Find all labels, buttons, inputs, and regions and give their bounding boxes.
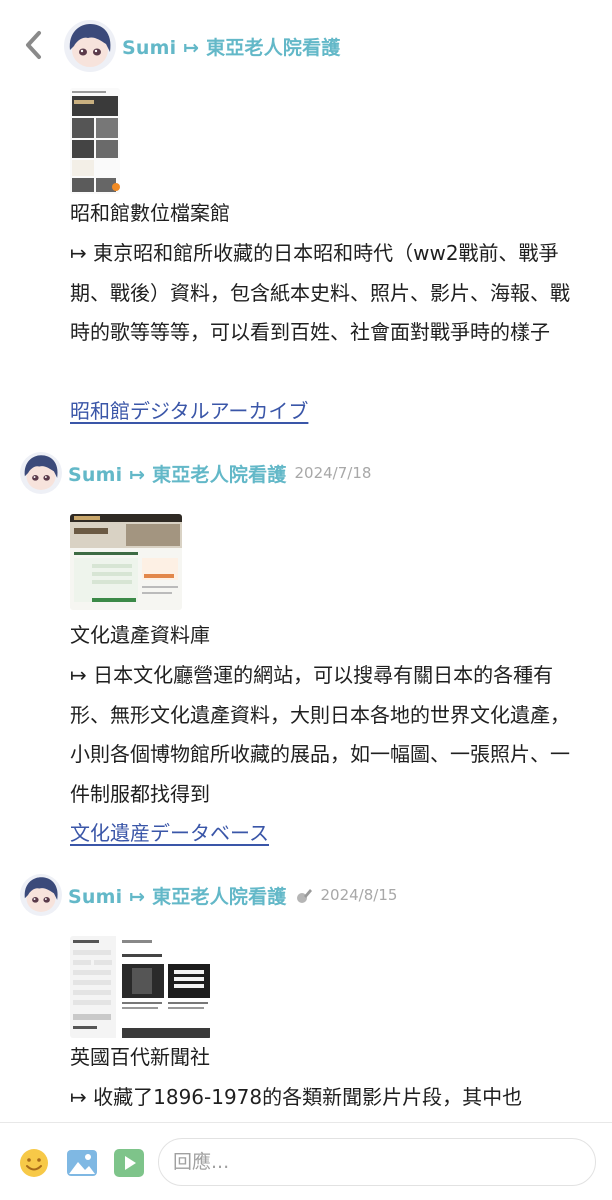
edited-icon (295, 886, 313, 904)
post-header: Sumi ↦ 東亞老人院看護 2024/7/18 (20, 452, 371, 494)
post-description: ↦ 收藏了1896-1978的各類新聞影片片段，其中也 (70, 1085, 523, 1109)
image-icon (67, 1150, 97, 1176)
post-title: 文化遺產資料庫 (70, 623, 210, 647)
back-button[interactable] (20, 28, 48, 62)
reply-input[interactable] (159, 1139, 573, 1185)
post-date: 2024/8/15 (320, 886, 398, 904)
avatar[interactable] (20, 874, 62, 916)
video-icon (114, 1149, 144, 1177)
reply-composer (0, 1122, 612, 1200)
post-link[interactable]: 昭和館デジタルアーカイブ (70, 392, 582, 432)
post-image[interactable] (70, 514, 182, 610)
emoji-icon (20, 1149, 48, 1177)
post-image[interactable] (70, 88, 120, 194)
comment-thread[interactable]: Sumi ↦ 東亞老人院看護 昭和館數位檔案館 ↦ 東京昭和館所收藏的日本昭和時… (0, 0, 612, 1122)
post-title: 昭和館數位檔案館 (70, 201, 230, 225)
author-name[interactable]: Sumi ↦ 東亞老人院看護 (122, 33, 341, 60)
avatar[interactable] (20, 452, 62, 494)
reply-field[interactable] (158, 1138, 596, 1186)
post-header: Sumi ↦ 東亞老人院看護 2024/8/15 (20, 874, 397, 916)
post-description: ↦ 日本文化廳營運的網站，可以搜尋有關日本的各種有形、無形文化遺產資料，大則日本… (70, 663, 570, 806)
post-header: Sumi ↦ 東亞老人院看護 (64, 20, 341, 72)
emoji-button[interactable] (18, 1147, 50, 1179)
post-title: 英國百代新聞社 (70, 1045, 210, 1069)
post-date: 2024/7/18 (294, 464, 372, 482)
author-name[interactable]: Sumi ↦ 東亞老人院看護 (68, 460, 287, 487)
post-image[interactable] (70, 936, 212, 1038)
author-name[interactable]: Sumi ↦ 東亞老人院看護 (68, 882, 287, 909)
image-button[interactable] (66, 1147, 98, 1179)
post-description: ↦ 東京昭和館所收藏的日本昭和時代（ww2戰前、戰爭期、戰後）資料，包含紙本史料… (70, 241, 570, 344)
avatar[interactable] (64, 20, 116, 72)
chevron-left-icon (26, 31, 41, 59)
video-button[interactable] (113, 1147, 145, 1179)
post-link[interactable]: 文化遺産データベース (70, 814, 582, 854)
